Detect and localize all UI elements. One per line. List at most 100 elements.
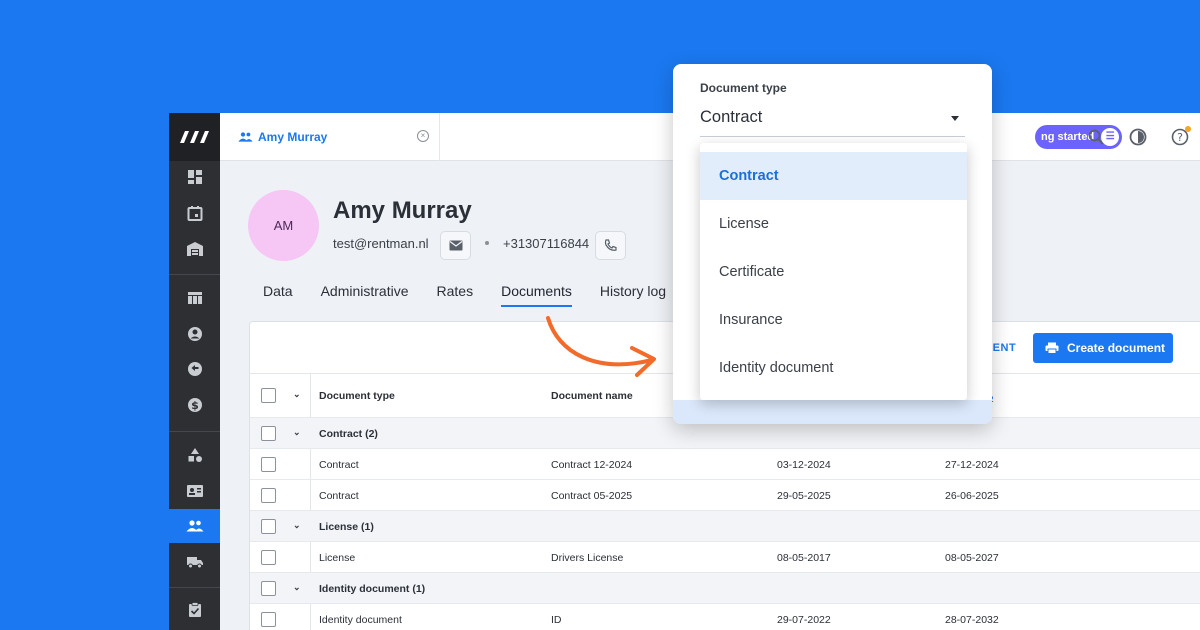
svg-text:$: $ bbox=[191, 399, 199, 412]
chevron-down-icon[interactable]: ⌄ bbox=[293, 427, 301, 438]
sidebar-item-contacts[interactable] bbox=[169, 317, 220, 351]
group-label: License (1) bbox=[319, 521, 374, 533]
sidebar-item-sync[interactable] bbox=[169, 352, 220, 386]
sidebar-item-finance[interactable]: $ bbox=[169, 388, 220, 422]
row-checkbox[interactable] bbox=[261, 488, 276, 503]
cell-type: Identity document bbox=[319, 614, 402, 626]
call-button[interactable] bbox=[595, 231, 626, 260]
sidebar-divider bbox=[169, 431, 220, 432]
sidebar-item-contact-card[interactable] bbox=[169, 474, 220, 508]
table-row[interactable]: Contract Contract 05-2025 29-05-2025 26-… bbox=[250, 480, 1200, 511]
clipboard-check-icon bbox=[188, 602, 201, 617]
caret-down-icon[interactable] bbox=[951, 116, 959, 121]
cell-name: ID bbox=[551, 614, 562, 626]
row-checkbox[interactable] bbox=[261, 550, 276, 565]
group-label: Contract (2) bbox=[319, 428, 378, 440]
separator-dot bbox=[485, 241, 489, 245]
column-header-name[interactable]: Document name bbox=[551, 390, 633, 402]
profile-tabs: Data Administrative Rates Documents Hist… bbox=[263, 283, 694, 307]
tab-label: Amy Murray bbox=[258, 130, 328, 144]
table-icon bbox=[187, 292, 202, 304]
profile-phone: +31307116844 bbox=[503, 236, 590, 251]
menu-option-certificate[interactable]: Certificate bbox=[700, 248, 967, 296]
tab-rates[interactable]: Rates bbox=[437, 283, 474, 307]
notification-dot bbox=[1185, 126, 1191, 132]
people-icon bbox=[238, 132, 253, 142]
cell-end-date: 08-05-2027 bbox=[945, 552, 999, 564]
tab-amy-murray[interactable]: Amy Murray × bbox=[220, 113, 440, 161]
tab-administrative[interactable]: Administrative bbox=[321, 283, 409, 307]
sidebar-divider bbox=[169, 587, 220, 588]
sidebar-item-vehicles[interactable] bbox=[169, 545, 220, 579]
annotation-arrow bbox=[546, 316, 656, 377]
cell-name: Contract 05-2025 bbox=[551, 490, 633, 502]
sidebar-item-crew[interactable] bbox=[169, 509, 220, 543]
group-checkbox[interactable] bbox=[261, 519, 276, 534]
email-button[interactable] bbox=[440, 231, 471, 260]
avatar-initials: AM bbox=[273, 218, 294, 233]
sync-icon bbox=[187, 362, 202, 376]
menu-option-identity-document[interactable]: Identity document bbox=[700, 344, 967, 392]
chevron-down-icon[interactable]: ⌄ bbox=[293, 389, 301, 400]
cell-start-date: 08-05-2017 bbox=[777, 552, 831, 564]
create-document-button[interactable]: Create document bbox=[1033, 333, 1173, 363]
group-row[interactable]: ⌄ Identity document (1) bbox=[250, 573, 1200, 604]
cell-end-date: 28-07-2032 bbox=[945, 614, 999, 626]
avatar: AM bbox=[248, 190, 319, 261]
document-type-menu: Contract License Certificate Insurance I… bbox=[700, 143, 967, 400]
popover-footer-strip bbox=[673, 400, 992, 424]
column-divider bbox=[310, 604, 311, 630]
create-document-label: Create document bbox=[1067, 341, 1166, 355]
sidebar-item-calendar[interactable] bbox=[169, 196, 220, 230]
chevron-down-icon[interactable]: ⌄ bbox=[293, 520, 301, 531]
mail-icon bbox=[449, 240, 462, 251]
help-icon[interactable]: ? bbox=[1169, 126, 1191, 148]
row-checkbox[interactable] bbox=[261, 457, 276, 472]
account-circle-icon bbox=[187, 327, 202, 341]
menu-option-contract[interactable]: Contract bbox=[700, 152, 967, 200]
id-card-icon bbox=[186, 485, 203, 497]
cell-start-date: 29-07-2022 bbox=[777, 614, 831, 626]
table-row[interactable]: License Drivers License 08-05-2017 08-05… bbox=[250, 542, 1200, 573]
document-type-select[interactable]: Contract bbox=[700, 108, 762, 127]
search-icon[interactable] bbox=[1085, 126, 1107, 148]
sidebar-divider bbox=[169, 274, 220, 275]
printer-icon bbox=[1045, 342, 1059, 354]
table-row[interactable]: Identity document ID 29-07-2022 28-07-20… bbox=[250, 604, 1200, 630]
row-checkbox[interactable] bbox=[261, 612, 276, 627]
calendar-icon bbox=[187, 206, 202, 221]
menu-option-license[interactable]: License bbox=[700, 200, 967, 248]
group-row[interactable]: ⌄ License (1) bbox=[250, 511, 1200, 542]
table-row[interactable]: Contract Contract 12-2024 03-12-2024 27-… bbox=[250, 449, 1200, 480]
sidebar-item-equipment[interactable] bbox=[169, 438, 220, 472]
logo-icon bbox=[179, 131, 209, 143]
column-divider bbox=[310, 480, 311, 510]
close-icon[interactable]: × bbox=[417, 130, 429, 142]
cell-start-date: 29-05-2025 bbox=[777, 490, 831, 502]
group-checkbox[interactable] bbox=[261, 426, 276, 441]
sidebar-item-projects[interactable] bbox=[169, 281, 220, 315]
sidebar-item-warehouse[interactable] bbox=[169, 232, 220, 266]
chevron-down-icon[interactable]: ⌄ bbox=[293, 582, 301, 593]
tab-data[interactable]: Data bbox=[263, 283, 293, 307]
select-underline bbox=[700, 136, 965, 137]
dashboard-icon bbox=[187, 170, 202, 184]
menu-option-insurance[interactable]: Insurance bbox=[700, 296, 967, 344]
app-logo[interactable] bbox=[169, 113, 220, 161]
sidebar-item-tasks[interactable] bbox=[169, 593, 220, 627]
group-checkbox[interactable] bbox=[261, 581, 276, 596]
column-divider bbox=[310, 449, 311, 479]
cell-type: Contract bbox=[319, 459, 359, 471]
people-icon bbox=[186, 520, 203, 532]
tab-documents[interactable]: Documents bbox=[501, 283, 572, 307]
truck-icon bbox=[186, 557, 203, 569]
theme-toggle-icon[interactable] bbox=[1127, 126, 1149, 148]
select-all-checkbox[interactable] bbox=[261, 388, 276, 403]
tab-history-log[interactable]: History log bbox=[600, 283, 666, 307]
cell-end-date: 27-12-2024 bbox=[945, 459, 999, 471]
column-header-type[interactable]: Document type bbox=[319, 390, 395, 402]
cell-type: License bbox=[319, 552, 356, 564]
sidebar-item-dashboard[interactable] bbox=[169, 160, 220, 194]
getting-started-button[interactable]: ng started ☰ bbox=[1035, 125, 1123, 149]
group-label: Identity document (1) bbox=[319, 583, 426, 595]
